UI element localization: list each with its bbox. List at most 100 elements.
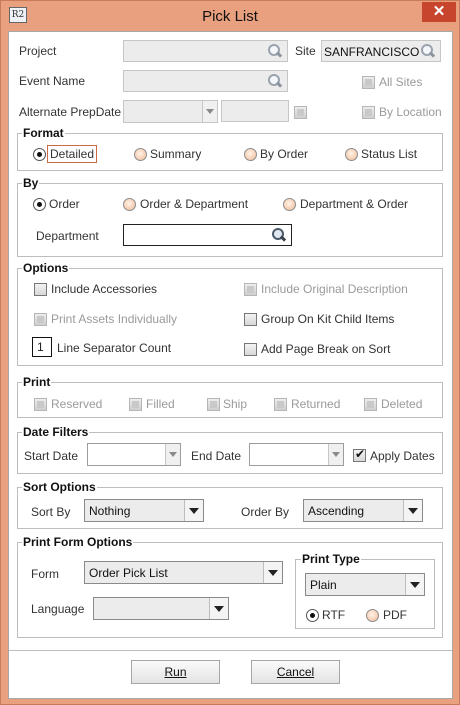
- print-assets-individually-label: Print Assets Individually: [51, 312, 178, 326]
- prepdate-date-field[interactable]: [123, 100, 218, 123]
- event-name-label: Event Name: [19, 74, 86, 88]
- window-title: Pick List: [202, 8, 258, 25]
- chevron-down-icon[interactable]: [403, 500, 422, 521]
- language-dropdown[interactable]: [93, 597, 229, 620]
- all-sites-label: All Sites: [379, 75, 423, 89]
- print-deleted-label: Deleted: [381, 397, 423, 411]
- print-type-dropdown[interactable]: Plain: [305, 573, 425, 596]
- alternate-prepdate-label: Alternate PrepDate: [19, 105, 122, 119]
- sort-by-dropdown[interactable]: Nothing: [84, 499, 204, 522]
- project-field[interactable]: [123, 40, 288, 62]
- search-icon[interactable]: [267, 43, 283, 59]
- add-page-break-label: Add Page Break on Sort: [261, 342, 391, 356]
- close-button[interactable]: ✕: [422, 2, 456, 22]
- by-order-department-label: Order & Department: [140, 197, 249, 211]
- format-summary-radio[interactable]: [134, 148, 147, 161]
- search-icon[interactable]: [271, 227, 287, 243]
- end-date-field[interactable]: [249, 443, 344, 466]
- order-by-value: Ascending: [308, 504, 365, 518]
- by-order-radio[interactable]: [33, 198, 46, 211]
- by-order-label: Order: [49, 197, 80, 211]
- chevron-down-icon[interactable]: [405, 574, 424, 595]
- start-date-label: Start Date: [24, 449, 79, 463]
- prepdate-time-field[interactable]: [221, 100, 289, 122]
- output-rtf-radio[interactable]: [306, 609, 319, 622]
- format-detailed-radio[interactable]: [33, 148, 46, 161]
- chevron-down-icon[interactable]: [165, 444, 180, 465]
- output-pdf-radio[interactable]: [366, 609, 379, 622]
- search-icon[interactable]: [420, 43, 436, 59]
- include-original-description-checkbox[interactable]: [244, 283, 257, 296]
- include-original-description-label: Include Original Description: [261, 282, 408, 296]
- pick-list-window: R2 Pick List ✕ Project Site SANFRANCISCO…: [0, 0, 460, 705]
- title-bar: R2 Pick List ✕: [1, 1, 459, 31]
- form-value: Order Pick List: [89, 566, 168, 580]
- chevron-down-icon[interactable]: [202, 101, 217, 122]
- output-rtf-label: RTF: [322, 608, 346, 622]
- language-label: Language: [31, 602, 85, 616]
- print-form-options-group-title: Print Form Options: [22, 535, 134, 549]
- run-button[interactable]: Run: [131, 660, 220, 684]
- format-by-order-radio[interactable]: [244, 148, 257, 161]
- sort-by-label: Sort By: [31, 505, 71, 519]
- site-value: SANFRANCISCO: [324, 45, 420, 59]
- line-separator-count-label: Line Separator Count: [57, 341, 172, 355]
- format-summary-label: Summary: [150, 147, 202, 161]
- by-department-order-label: Department & Order: [300, 197, 409, 211]
- department-field[interactable]: [123, 224, 292, 246]
- add-page-break-checkbox[interactable]: [244, 343, 257, 356]
- apply-dates-label: Apply Dates: [370, 449, 435, 463]
- date-filters-group-title: Date Filters: [22, 425, 90, 439]
- project-label: Project: [19, 44, 57, 58]
- print-reserved-label: Reserved: [51, 397, 103, 411]
- by-group-title: By: [22, 176, 40, 190]
- print-returned-checkbox[interactable]: [274, 398, 287, 411]
- start-date-field[interactable]: [87, 443, 181, 466]
- print-returned-label: Returned: [291, 397, 341, 411]
- group-on-kit-child-items-label: Group On Kit Child Items: [261, 312, 395, 326]
- form-dropdown[interactable]: Order Pick List: [84, 561, 283, 584]
- prepdate-checkbox[interactable]: [294, 106, 307, 119]
- output-pdf-label: PDF: [383, 608, 407, 622]
- include-accessories-checkbox[interactable]: [34, 283, 47, 296]
- print-type-value: Plain: [310, 578, 337, 592]
- chevron-down-icon[interactable]: [184, 500, 203, 521]
- apply-dates-checkbox[interactable]: [353, 447, 366, 462]
- print-ship-label: Ship: [223, 397, 248, 411]
- by-location-label: By Location: [379, 105, 442, 119]
- cancel-button[interactable]: Cancel: [251, 660, 340, 684]
- site-field[interactable]: SANFRANCISCO: [321, 40, 441, 62]
- chevron-down-icon[interactable]: [328, 444, 343, 465]
- chevron-down-icon[interactable]: [263, 562, 282, 583]
- end-date-label: End Date: [191, 449, 242, 463]
- order-by-dropdown[interactable]: Ascending: [303, 499, 423, 522]
- by-order-department-radio[interactable]: [123, 198, 136, 211]
- print-type-group-title: Print Type: [301, 552, 361, 566]
- by-location-checkbox[interactable]: [362, 106, 375, 119]
- footer-divider: [9, 650, 452, 651]
- by-department-order-radio[interactable]: [283, 198, 296, 211]
- site-label: Site: [295, 44, 316, 58]
- format-status-list-radio[interactable]: [345, 148, 358, 161]
- dialog-body: Project Site SANFRANCISCO Event Name All…: [8, 31, 453, 699]
- line-separator-count-input[interactable]: 1: [32, 337, 52, 357]
- event-name-field[interactable]: [123, 70, 288, 92]
- all-sites-checkbox[interactable]: [362, 76, 375, 89]
- print-assets-individually-checkbox[interactable]: [34, 313, 47, 326]
- format-detailed-label: Detailed: [47, 145, 98, 163]
- print-deleted-checkbox[interactable]: [364, 398, 377, 411]
- print-ship-checkbox[interactable]: [207, 398, 220, 411]
- group-on-kit-child-items-checkbox[interactable]: [244, 313, 257, 326]
- print-filled-checkbox[interactable]: [129, 398, 142, 411]
- search-icon[interactable]: [267, 73, 283, 89]
- format-by-order-label: By Order: [260, 147, 309, 161]
- chevron-down-icon[interactable]: [209, 598, 228, 619]
- print-reserved-checkbox[interactable]: [34, 398, 47, 411]
- sort-by-value: Nothing: [89, 504, 131, 518]
- include-accessories-label: Include Accessories: [51, 282, 158, 296]
- cancel-button-label: Cancel: [276, 665, 315, 679]
- print-filled-label: Filled: [146, 397, 175, 411]
- format-status-list-label: Status List: [361, 147, 418, 161]
- sort-options-group-title: Sort Options: [22, 480, 97, 494]
- form-label: Form: [31, 567, 59, 581]
